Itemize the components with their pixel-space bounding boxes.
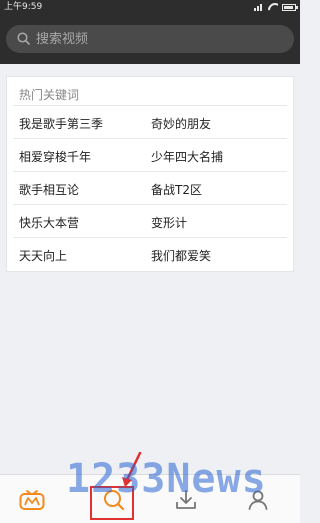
keyword-row: 我是歌手第三季 奇妙的朋友	[7, 106, 293, 139]
hot-keywords-card: 热门关键词 我是歌手第三季 奇妙的朋友 相爱穿梭千年 少年四大名捕 歌手相互论 …	[6, 76, 294, 272]
profile-icon	[248, 490, 268, 510]
nav-profile-tab[interactable]	[228, 475, 288, 523]
keyword-link[interactable]: 备战T2区	[151, 181, 202, 198]
keyword-row: 相爱穿梭千年 少年四大名捕	[7, 139, 293, 172]
keyword-link[interactable]: 我是歌手第三季	[19, 115, 103, 132]
nav-home-tab[interactable]	[2, 475, 62, 523]
keyword-link[interactable]: 奇妙的朋友	[151, 115, 211, 132]
keyword-row: 天天向上 我们都爱笑	[7, 238, 293, 271]
nav-download-tab[interactable]	[156, 475, 216, 523]
search-icon	[17, 32, 30, 45]
download-icon	[176, 489, 196, 509]
keyword-link[interactable]: 变形计	[151, 214, 187, 231]
battery-icon	[282, 3, 298, 11]
keyword-link[interactable]: 天天向上	[19, 247, 67, 264]
wifi-icon	[268, 3, 278, 11]
keyword-row: 歌手相互论 备战T2区	[7, 172, 293, 205]
status-time: 上午9:59	[4, 2, 43, 12]
hot-keywords-title: 热门关键词	[19, 88, 80, 102]
red-arrow-icon	[122, 452, 142, 487]
status-bar: 上午9:59	[0, 0, 300, 14]
status-icons	[254, 0, 298, 14]
keyword-link[interactable]: 我们都爱笑	[151, 247, 211, 264]
mango-tv-logo-icon	[19, 489, 45, 510]
search-box[interactable]	[6, 25, 294, 53]
bottom-nav	[0, 474, 300, 523]
search-input[interactable]	[36, 25, 276, 53]
signal-icon	[254, 3, 264, 11]
keyword-row: 快乐大本营 变形计	[7, 205, 293, 238]
header: 上午9:59	[0, 0, 300, 64]
keyword-link[interactable]: 相爱穿梭千年	[19, 148, 91, 165]
keyword-link[interactable]: 少年四大名捕	[151, 148, 223, 165]
search-highlight-box	[90, 486, 134, 520]
keyword-link[interactable]: 歌手相互论	[19, 181, 79, 198]
keyword-link[interactable]: 快乐大本营	[19, 214, 79, 231]
